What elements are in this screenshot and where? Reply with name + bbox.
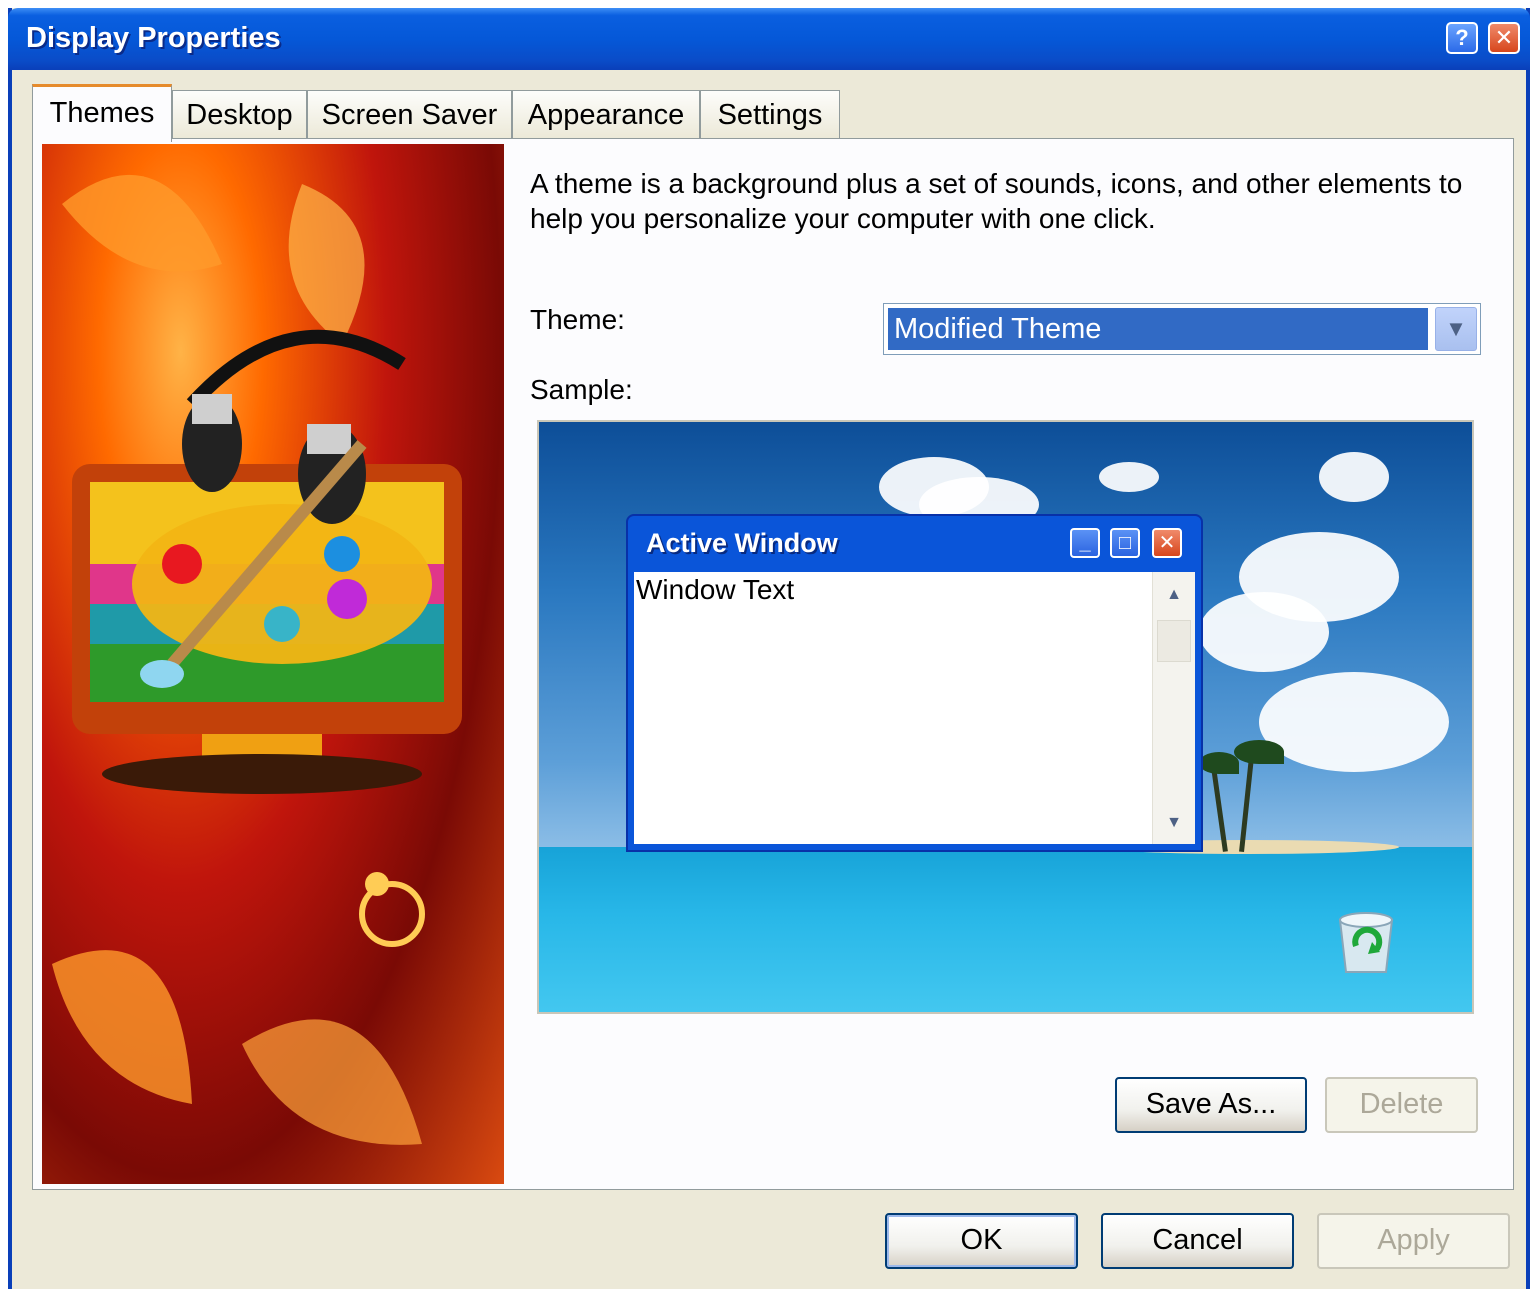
scroll-up-arrow-icon: ▲ bbox=[1166, 586, 1182, 603]
ok-button[interactable]: OK bbox=[885, 1213, 1078, 1269]
save-as-button[interactable]: Save As... bbox=[1115, 1077, 1307, 1133]
tab-screen-saver[interactable]: Screen Saver bbox=[307, 90, 512, 138]
tab-appearance[interactable]: Appearance bbox=[512, 90, 700, 138]
flame-monitor-illustration bbox=[52, 174, 462, 1145]
sample-window-client: Window Text ▲ ▼ bbox=[634, 572, 1195, 844]
theme-dropdown-value[interactable]: Modified Theme bbox=[888, 308, 1428, 350]
tab-desktop[interactable]: Desktop bbox=[172, 90, 307, 138]
sample-window-title: Active Window bbox=[646, 528, 838, 558]
theme-artwork-image bbox=[42, 144, 504, 1184]
apply-button[interactable]: Apply bbox=[1317, 1213, 1510, 1269]
sample-scrollbar: ▲ ▼ bbox=[1152, 572, 1195, 844]
scroll-down-arrow-icon: ▼ bbox=[1166, 814, 1182, 831]
title-bar[interactable]: Display Properties ? ✕ bbox=[8, 8, 1530, 70]
delete-button[interactable]: Delete bbox=[1325, 1077, 1478, 1133]
chevron-down-icon[interactable]: ▼ bbox=[1435, 307, 1477, 351]
sea-background bbox=[539, 847, 1472, 1012]
scroll-thumb bbox=[1157, 620, 1191, 662]
sample-label: Sample: bbox=[530, 374, 633, 405]
minimize-icon: _ bbox=[1070, 528, 1100, 558]
tab-themes[interactable]: Themes bbox=[32, 84, 172, 142]
maximize-icon: □ bbox=[1110, 528, 1140, 558]
sample-window-text: Window Text bbox=[636, 574, 795, 605]
theme-sample-preview: Active Window _ □ ✕ Window Text ▲ ▼ bbox=[537, 420, 1474, 1014]
close-button[interactable]: ✕ bbox=[1488, 22, 1520, 54]
theme-dropdown[interactable]: Modified Theme ▼ bbox=[883, 303, 1481, 355]
help-button[interactable]: ? bbox=[1446, 22, 1478, 54]
window-title: Display Properties bbox=[26, 22, 281, 54]
tab-settings[interactable]: Settings bbox=[700, 90, 840, 138]
recycle-bin-icon bbox=[1334, 906, 1398, 978]
cancel-button[interactable]: Cancel bbox=[1101, 1213, 1294, 1269]
close-icon: ✕ bbox=[1152, 528, 1182, 558]
theme-label: Theme: bbox=[530, 304, 625, 335]
sample-active-window: Active Window _ □ ✕ Window Text ▲ ▼ bbox=[626, 514, 1203, 852]
theme-description: A theme is a background plus a set of so… bbox=[530, 168, 1463, 234]
